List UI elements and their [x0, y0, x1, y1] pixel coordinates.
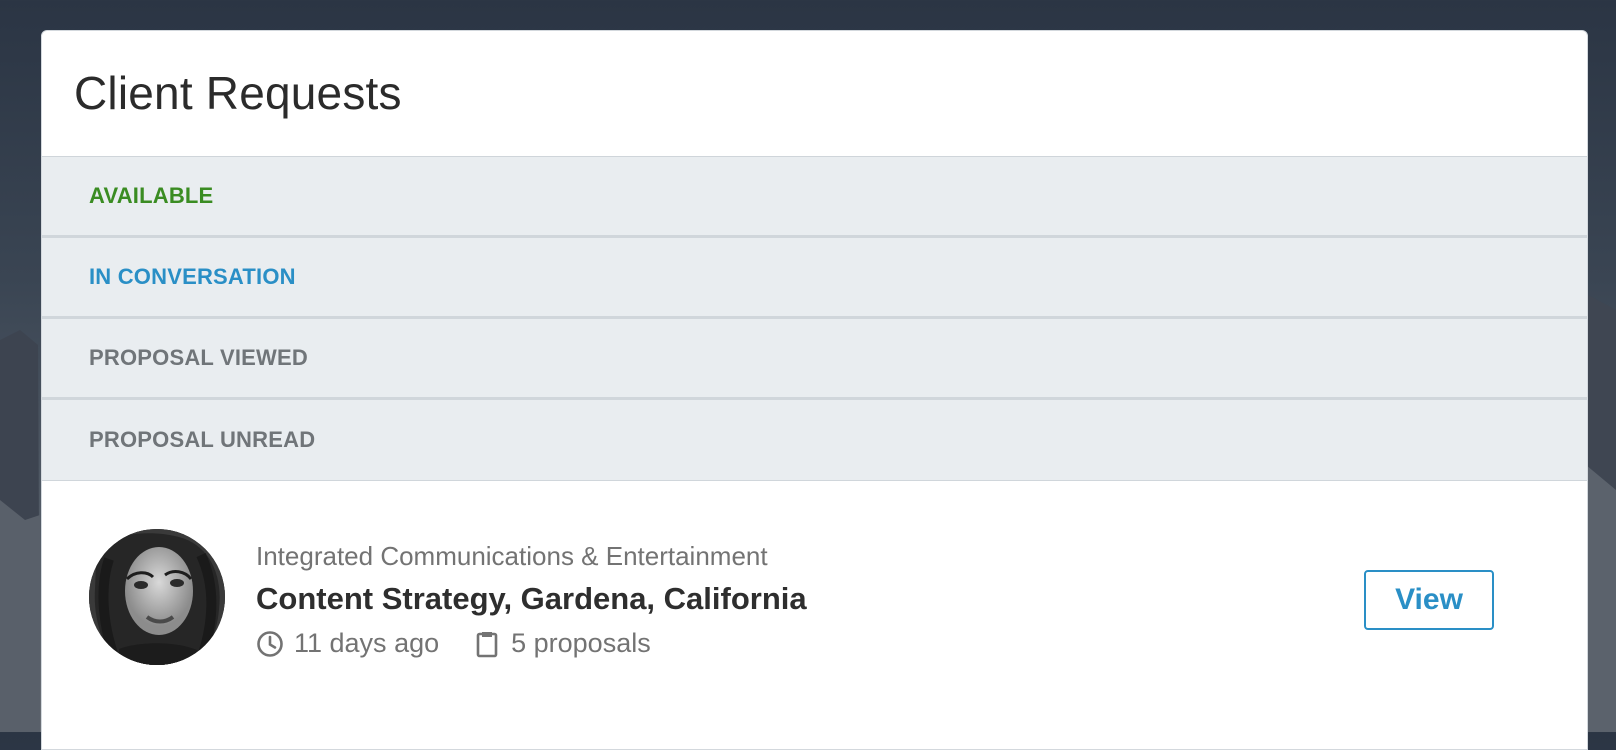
page-title: Client Requests [74, 66, 402, 119]
view-button[interactable]: View [1364, 570, 1494, 630]
proposal-count: 5 proposals [511, 628, 651, 658]
posted-time: 11 days ago [294, 628, 440, 658]
clipboard-icon [473, 630, 501, 658]
client-requests-card: Client Requests AVAILABLE IN CONVERSATIO… [41, 30, 1588, 750]
status-tab-label: PROPOSAL VIEWED [89, 345, 308, 370]
client-company: Integrated Communications & Entertainmen… [256, 541, 768, 571]
status-tab-proposal-unread[interactable]: PROPOSAL UNREAD [42, 400, 1587, 481]
request-title[interactable]: Content Strategy, Gardena, California [256, 581, 807, 617]
status-tab-proposal-viewed[interactable]: PROPOSAL VIEWED [42, 319, 1587, 400]
status-tab-available[interactable]: AVAILABLE [42, 157, 1587, 238]
client-avatar [89, 529, 225, 665]
request-meta: 11 days ago 5 proposals [256, 628, 651, 659]
request-list-item: Integrated Communications & Entertainmen… [42, 481, 1587, 711]
clock-icon [256, 630, 284, 658]
status-tab-label: IN CONVERSATION [89, 264, 296, 289]
status-tab-label: PROPOSAL UNREAD [89, 427, 316, 452]
status-tab-in-conversation[interactable]: IN CONVERSATION [42, 238, 1587, 319]
status-tab-label: AVAILABLE [89, 183, 214, 208]
card-header: Client Requests [42, 31, 1587, 157]
